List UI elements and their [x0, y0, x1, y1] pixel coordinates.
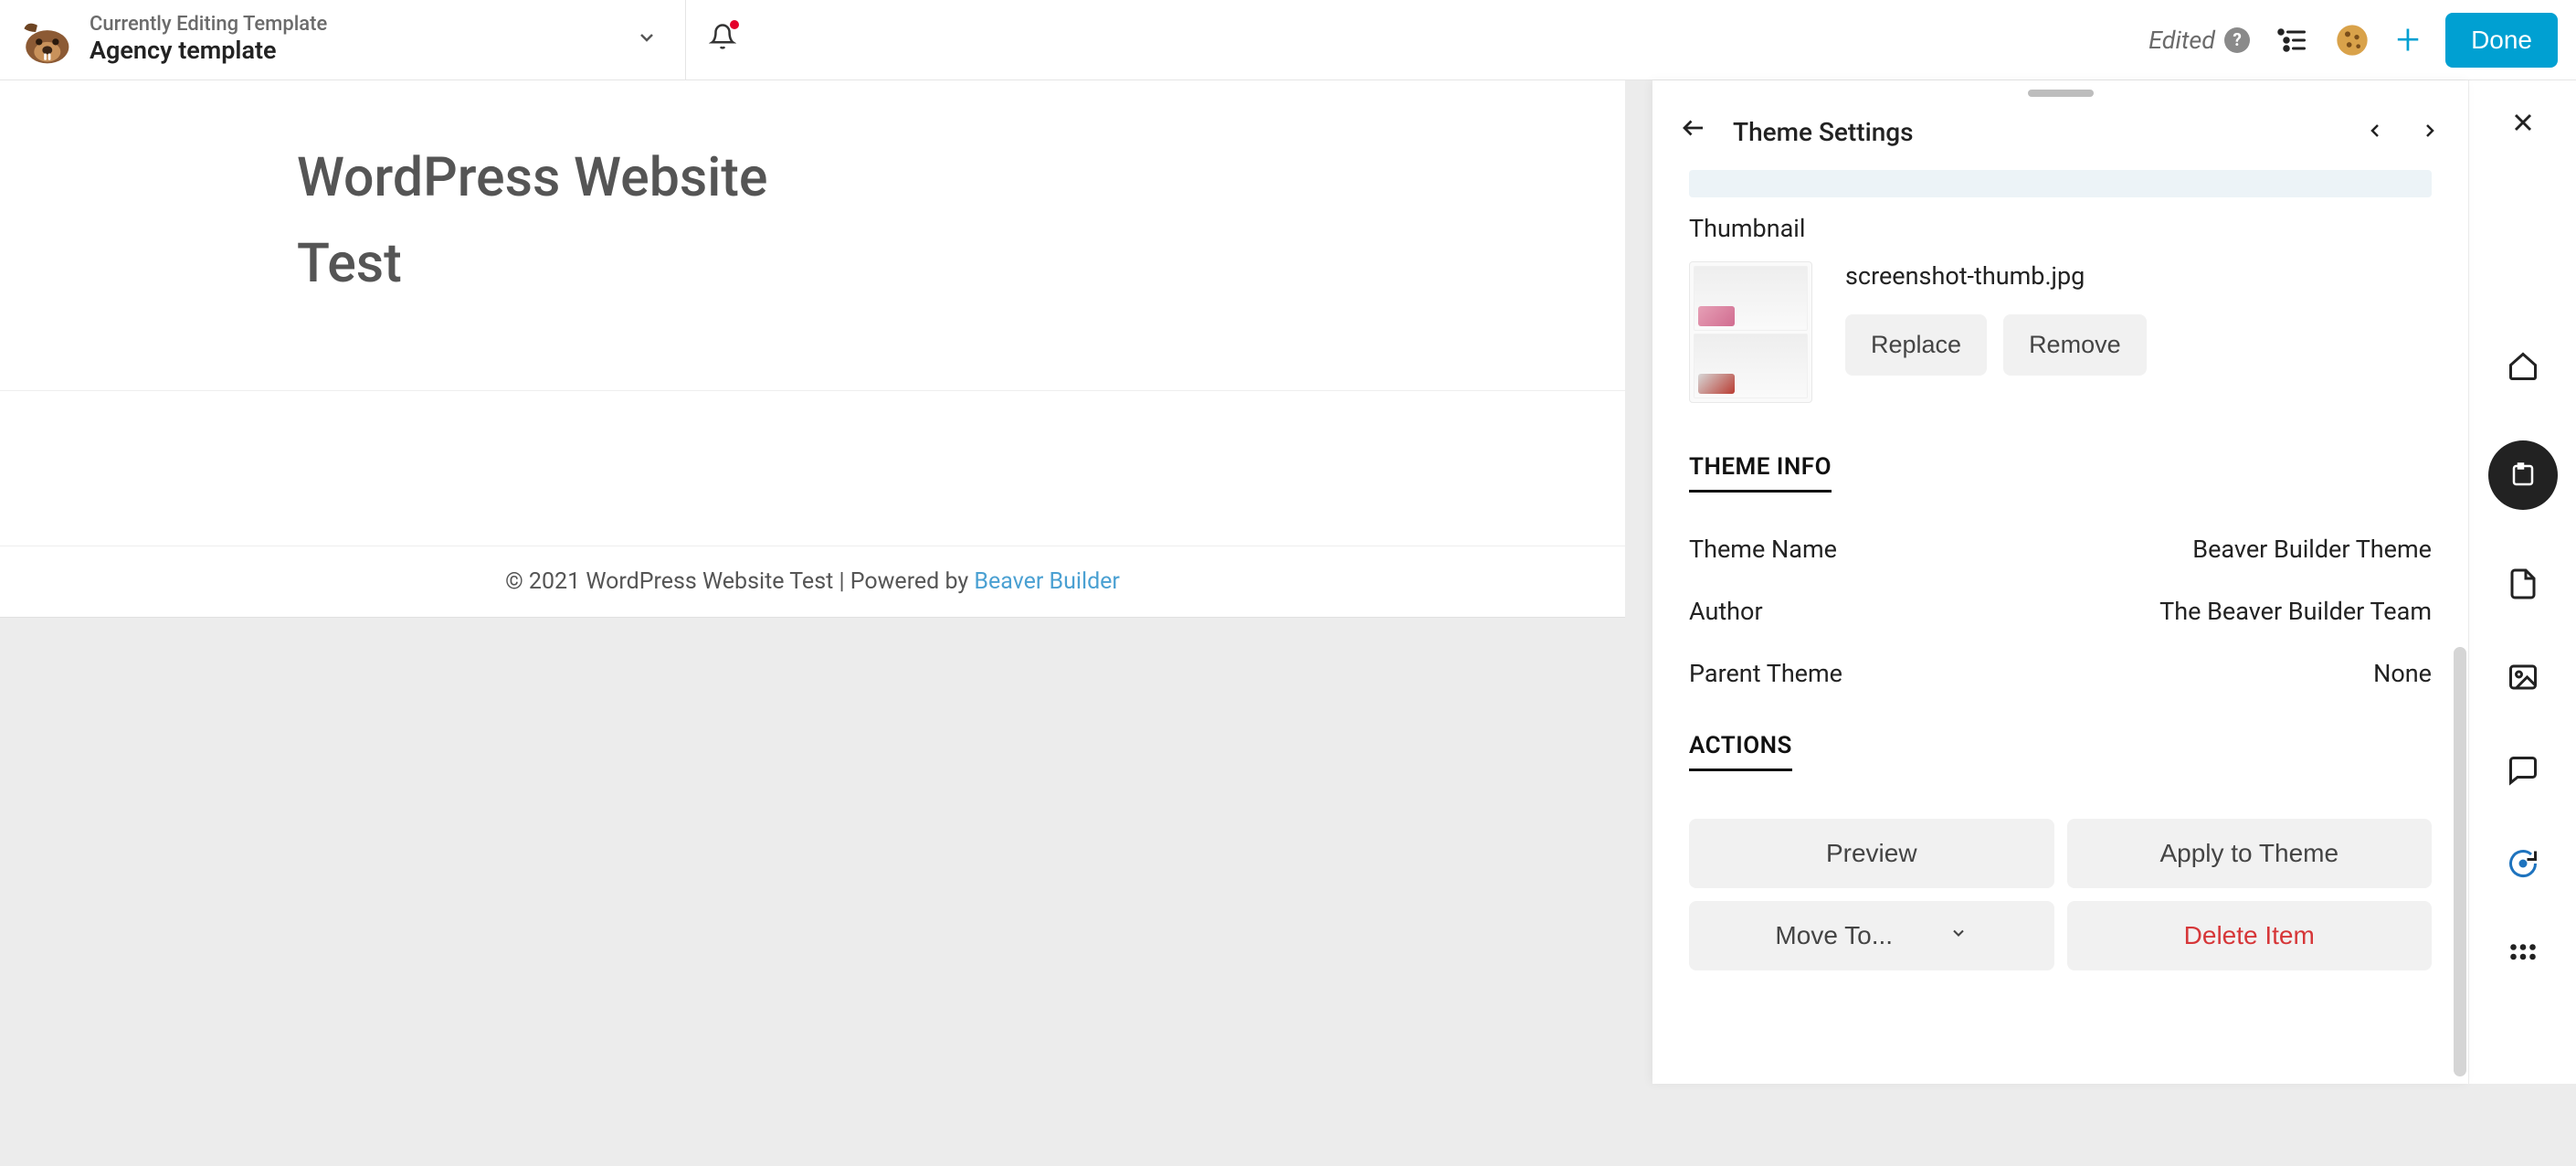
thumbnail-label: Thumbnail	[1689, 214, 2432, 243]
back-arrow-icon[interactable]	[1680, 113, 1707, 150]
input-placeholder-bar[interactable]	[1689, 170, 2432, 197]
site-footer[interactable]: © 2021 WordPress Website Test | Powered …	[0, 546, 1625, 618]
topbar: Currently Editing Template Agency templa…	[0, 0, 2576, 80]
done-button[interactable]: Done	[2445, 13, 2558, 68]
info-value: None	[2373, 659, 2432, 688]
thumbnail-info: screenshot-thumb.jpg Replace Remove	[1845, 261, 2432, 376]
delete-item-button[interactable]: Delete Item	[2067, 901, 2433, 970]
notifications-button[interactable]	[686, 0, 759, 80]
footer-link[interactable]: Beaver Builder	[974, 568, 1119, 595]
right-sidebar	[2468, 80, 2576, 1084]
home-icon[interactable]	[2504, 347, 2542, 386]
updates-icon[interactable]	[2504, 844, 2542, 883]
thumbnail-preview[interactable]	[1689, 261, 1812, 403]
settings-panel: Theme Settings Thumbnail screenshot-thum…	[1652, 80, 2468, 1084]
topbar-right: Edited ? + Done	[2148, 13, 2576, 68]
notification-dot	[730, 20, 739, 29]
panel-scrollbar[interactable]	[2454, 647, 2466, 1076]
preview-button[interactable]: Preview	[1689, 819, 2054, 888]
apply-to-theme-button[interactable]: Apply to Theme	[2067, 819, 2433, 888]
panel-header: Theme Settings	[1652, 97, 2468, 170]
panel-title: Theme Settings	[1733, 117, 1914, 147]
history-icon[interactable]	[2334, 22, 2370, 58]
thumbnail-row: screenshot-thumb.jpg Replace Remove	[1689, 261, 2432, 403]
edited-label: Edited	[2148, 26, 2215, 55]
info-row-author: Author The Beaver Builder Team	[1689, 580, 2432, 642]
canvas: WordPress Website Test © 2021 WordPress …	[0, 80, 1625, 1084]
help-icon[interactable]: ?	[2224, 27, 2250, 53]
site-title-line1: WordPress Website	[297, 135, 1625, 221]
actions-heading: ACTIONS	[1689, 732, 1792, 771]
next-item-button[interactable]	[2419, 113, 2441, 150]
panel-drag-handle[interactable]	[2028, 90, 2094, 97]
add-content-button[interactable]: +	[2396, 19, 2420, 61]
editing-context-label: Currently Editing Template	[90, 14, 327, 36]
site-title-line2: Test	[297, 221, 1625, 307]
actions-grid: Preview Apply to Theme Move To... Delete…	[1689, 819, 2432, 970]
template-dropdown-toggle[interactable]	[636, 24, 658, 56]
info-label: Parent Theme	[1689, 659, 1842, 688]
apps-icon[interactable]	[2504, 938, 2542, 976]
thumbnail-filename: screenshot-thumb.jpg	[1845, 261, 2432, 291]
media-icon[interactable]	[2504, 658, 2542, 696]
close-icon[interactable]	[2508, 106, 2538, 146]
library-icon[interactable]	[2488, 440, 2558, 510]
remove-button[interactable]: Remove	[2003, 314, 2147, 376]
footer-text: © 2021 WordPress Website Test | Powered …	[505, 568, 974, 595]
info-row-theme-name: Theme Name Beaver Builder Theme	[1689, 518, 2432, 580]
move-to-label: Move To...	[1775, 921, 1893, 950]
info-label: Author	[1689, 597, 1763, 626]
prev-item-button[interactable]	[2364, 113, 2386, 150]
move-to-button[interactable]: Move To...	[1689, 901, 2054, 970]
title-stack: Currently Editing Template Agency templa…	[90, 14, 327, 66]
replace-button[interactable]: Replace	[1845, 314, 1987, 376]
chevron-down-icon	[1949, 923, 1968, 949]
outline-icon[interactable]	[2275, 24, 2308, 57]
info-row-parent-theme: Parent Theme None	[1689, 642, 2432, 705]
topbar-left: Currently Editing Template Agency templa…	[0, 0, 686, 80]
panel-nav	[2364, 113, 2441, 150]
panel-body[interactable]: Thumbnail screenshot-thumb.jpg Replace R…	[1652, 170, 2468, 1084]
edited-indicator: Edited ?	[2148, 26, 2250, 55]
info-value: Beaver Builder Theme	[2192, 535, 2432, 564]
info-label: Theme Name	[1689, 535, 1837, 564]
beaver-builder-logo[interactable]	[18, 13, 73, 68]
info-value: The Beaver Builder Team	[2159, 597, 2432, 626]
comments-icon[interactable]	[2504, 751, 2542, 790]
content-spacer	[0, 391, 1625, 546]
content-icon[interactable]	[2504, 565, 2542, 603]
bell-icon	[709, 23, 736, 58]
site-header-block[interactable]: WordPress Website Test	[0, 80, 1625, 391]
template-name: Agency template	[90, 36, 327, 65]
theme-info-heading: THEME INFO	[1689, 453, 1832, 493]
